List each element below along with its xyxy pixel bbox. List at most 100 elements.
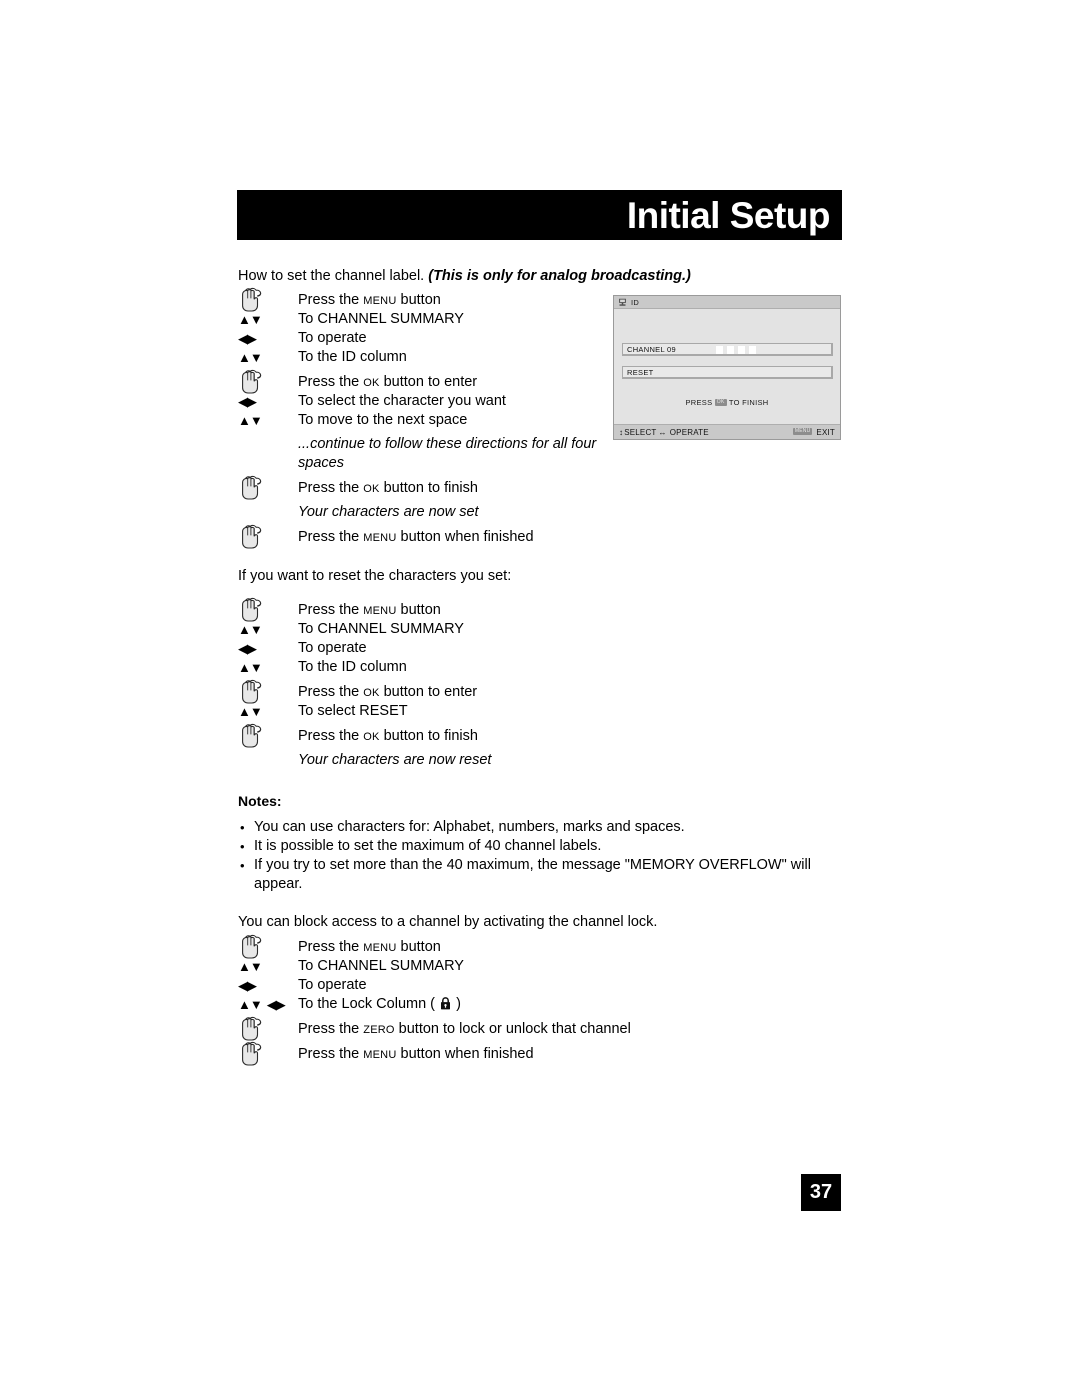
note-text: You can use characters for: Alphabet, nu… [254,819,685,835]
osd-row-channel[interactable]: CHANNEL 09 [622,343,833,356]
note-bullet-icon: • [240,820,245,835]
step-row: ▲▼ To select RESET [238,702,491,721]
step-text-post: button when finished [396,529,534,545]
osd-character-slot[interactable] [749,346,756,354]
osd-row-channel-label: CHANNEL 09 [627,344,676,354]
osd-row-reset[interactable]: RESET [622,366,833,379]
hand-pointer-icon [242,934,262,959]
step-text: Press the Menu button [298,600,441,620]
osd-panel: ID CHANNEL 09 RESET PRESS OK TO FINISH ↕… [613,295,841,440]
note-text: It is possible to set the maximum of 40 … [254,838,602,854]
step-row: ▲▼ To the ID column [238,348,610,367]
step-row: ...continue to follow these directions f… [238,435,610,473]
step-cue: ▲▼ [238,957,298,976]
step-text-post: button to enter [379,374,478,390]
lock-intro-text: You can block access to a channel by act… [238,914,658,930]
step-text: Your characters are now set [298,504,479,520]
leftright-arrow-icon: ↔ [658,427,667,437]
step-text: To operate [298,330,367,346]
updown-arrow-icon: ↕ [619,427,624,437]
step-cue [238,369,298,394]
hand-pointer-icon [242,597,262,622]
step-text-pre: Press the [298,480,364,496]
step-text: To CHANNEL SUMMARY [298,621,464,637]
osd-operate-label: OPERATE [669,427,709,437]
step-text: To the Lock Column ( ) [298,995,461,1014]
osd-character-slot[interactable] [727,346,734,354]
step-text: Press the Menu button [298,937,441,957]
key-name-label: Menu [363,938,397,955]
step-row: Press the Ok button to enter [238,369,610,394]
updown-arrow-icon: ▲▼ [238,312,263,327]
step-text: Press the Ok button to enter [298,372,477,392]
step-text-pre: Press the [298,529,364,545]
osd-title-text: ID [631,297,640,307]
step-text-pre: Press the [298,374,364,390]
step-row: Press the Menu button [238,597,491,622]
notes-heading: Notes: [238,793,282,809]
step-cue: ▲▼ [238,702,298,721]
key-name-label: Zero [363,1020,395,1037]
hand-pointer-icon [242,679,262,704]
step-cue [238,723,298,748]
step-text: Your characters are now reset [298,752,492,768]
step-cue: ▲▼ ◀▶ [238,995,298,1014]
leftright-arrow-icon: ◀▶ [238,394,257,409]
notes-list: • You can use characters for: Alphabet, n… [240,818,840,894]
step-row: ◀▶ To operate [238,639,491,658]
step-text-pre: Press the [298,939,364,955]
step-row: ▲▼ To CHANNEL SUMMARY [238,620,491,639]
step-row: Press the Zero button to lock or unlock … [238,1016,631,1041]
step-row: ▲▼ To CHANNEL SUMMARY [238,310,610,329]
step-text-pre: Press the [298,684,364,700]
step-row: ◀▶ To select the character you want [238,392,610,411]
step-cue: ▲▼ [238,411,298,430]
step-text: To select the character you want [298,393,506,409]
osd-character-slot[interactable] [738,346,745,354]
step-text: To the ID column [298,659,407,675]
step-text: To select RESET [298,703,408,719]
step-text: ...continue to follow these directions f… [298,436,597,471]
hand-pointer-icon [242,723,262,748]
step-cue: ◀▶ [238,392,298,411]
step-cue [238,597,298,622]
step-text: Press the Menu button when finished [298,1044,534,1064]
osd-finish-pre: PRESS [685,398,715,407]
page-title: Initial Setup [626,194,831,236]
osd-footer-left: ↕ SELECT ↔ OPERATE [619,428,709,437]
step-row: ▲▼ ◀▶ To the Lock Column ( ) [238,995,631,1014]
step-cue [238,475,298,500]
step-row: ▲▼ To move to the next space [238,411,610,430]
step-text-post: button to lock or unlock that channel [394,1021,631,1037]
osd-footer: ↕ SELECT ↔ OPERATE MENU EXIT [614,424,840,439]
step-row: Press the Ok button to finish [238,723,491,748]
leftright-arrow-icon: ◀▶ [238,331,257,346]
updown-arrow-icon: ▲▼ [238,704,263,719]
step-text: To move to the next space [298,412,468,428]
step-cue [238,524,298,549]
step-text-pre: Press the [298,1021,364,1037]
step-text: Press the Menu button when finished [298,527,534,547]
step-row: ◀▶ To operate [238,329,610,348]
step-text: Press the Ok button to finish [298,478,478,498]
hand-pointer-icon [242,475,262,500]
osd-finish-post: TO FINISH [726,398,769,407]
page-header-banner: Initial Setup [237,190,842,240]
step-cue: ◀▶ [238,639,298,658]
step-text-pre: Press the [298,1046,364,1062]
note-bullet-icon: • [240,839,245,854]
step-text: To CHANNEL SUMMARY [298,958,464,974]
updown-arrow-icon: ▲▼ [238,660,263,675]
osd-character-slot[interactable] [716,346,723,354]
step-text: Press the Ok button to enter [298,682,477,702]
step-text-post: button to finish [379,728,478,744]
step-text-post: ) [452,996,461,1012]
ok-key-badge: OK [714,398,727,406]
updown-arrow-icon: ▲▼ [238,959,263,974]
step-cue: ▲▼ [238,348,298,367]
step-cue: ▲▼ [238,310,298,329]
key-name-label: Ok [363,479,380,496]
osd-body: CHANNEL 09 RESET PRESS OK TO FINISH [614,309,840,423]
osd-character-slots[interactable] [716,346,756,354]
leftright-arrow-icon: ◀▶ [238,641,257,656]
